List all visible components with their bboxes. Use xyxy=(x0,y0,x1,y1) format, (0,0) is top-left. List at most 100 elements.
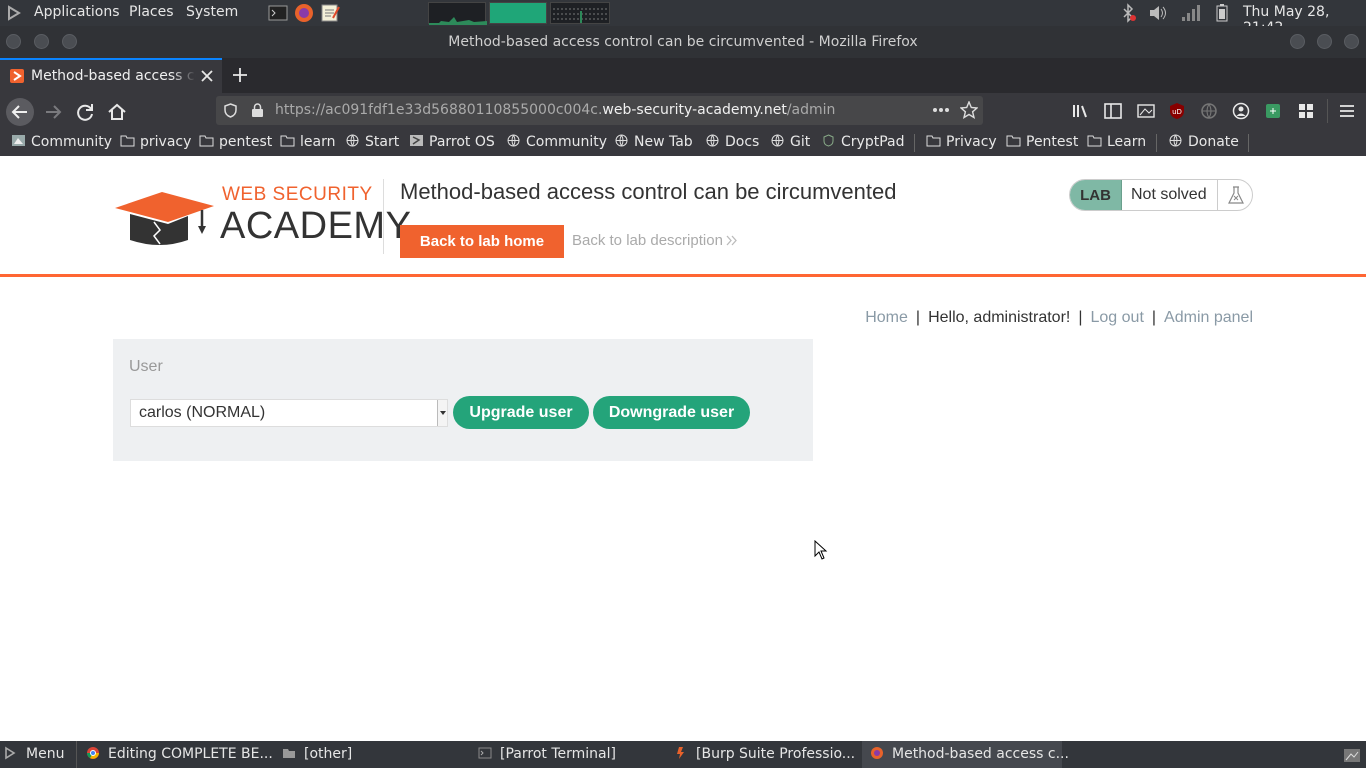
taskbar-menu-button[interactable]: Menu xyxy=(4,746,64,762)
bookmark-folder-learn-2[interactable]: Learn xyxy=(1087,134,1146,150)
folder-icon xyxy=(1087,135,1102,147)
volume-icon[interactable] xyxy=(1147,3,1169,23)
applications-menu[interactable]: Applications xyxy=(34,4,120,20)
window-titlebar: Method-based access control can be circu… xyxy=(0,26,1366,58)
upgrade-user-button[interactable]: Upgrade user xyxy=(453,396,589,429)
folder-icon xyxy=(926,135,941,147)
task-chrome[interactable]: Editing COMPLETE BE... xyxy=(86,746,273,762)
parrot-menu-icon xyxy=(5,746,16,760)
bookmark-new-tab[interactable]: New Tab xyxy=(614,134,693,150)
forward-icon[interactable] xyxy=(38,97,68,127)
system-taskbar: Menu Editing COMPLETE BE... [other] [Par… xyxy=(0,741,1366,768)
task-label: [other] xyxy=(304,746,353,762)
bookmark-star-icon[interactable] xyxy=(960,101,978,119)
bookmark-separator xyxy=(914,134,915,152)
bookmark-community[interactable]: Community xyxy=(11,134,112,150)
back-to-lab-home-button[interactable]: Back to lab home xyxy=(400,225,564,258)
bookmark-folder-privacy-2[interactable]: Privacy xyxy=(926,134,997,150)
nav-home-link[interactable]: Home xyxy=(865,309,908,326)
back-desc-label: Back to lab description xyxy=(572,232,723,249)
url-path: /admin xyxy=(786,102,836,118)
new-tab-icon[interactable] xyxy=(232,67,248,83)
library-icon[interactable] xyxy=(1072,103,1090,119)
tracking-shield-icon[interactable] xyxy=(223,103,238,118)
cookie-extension-icon[interactable] xyxy=(1264,102,1282,120)
chrome-icon xyxy=(87,747,99,759)
text-editor-launcher-icon[interactable] xyxy=(319,3,341,23)
folder-icon xyxy=(199,135,214,147)
url-host: web-security-academy.net xyxy=(602,102,787,118)
nav-greeting: Hello, administrator! xyxy=(928,309,1071,326)
task-firefox[interactable]: Method-based access c... xyxy=(870,746,1069,762)
bookmark-community-2[interactable]: Community xyxy=(506,134,607,150)
home-icon[interactable] xyxy=(102,97,132,127)
window-close-button[interactable] xyxy=(1344,34,1359,49)
lock-icon[interactable] xyxy=(251,103,264,118)
bookmark-cryptpad[interactable]: CryptPad xyxy=(821,134,904,150)
account-icon[interactable] xyxy=(1232,102,1250,120)
terminal-launcher-icon[interactable] xyxy=(267,3,289,23)
community-bookmark-icon xyxy=(12,135,25,146)
task-terminal[interactable]: [Parrot Terminal] xyxy=(478,746,616,762)
window-minimize-button[interactable] xyxy=(1290,34,1305,49)
bookmark-donate[interactable]: Donate xyxy=(1168,134,1239,150)
close-tab-icon[interactable] xyxy=(201,70,213,82)
bookmark-start[interactable]: Start xyxy=(345,134,399,150)
bookmark-label: Pentest xyxy=(1026,134,1079,150)
globe-icon xyxy=(706,134,719,147)
bookmark-folder-privacy[interactable]: privacy xyxy=(120,134,191,150)
mouse-cursor-icon xyxy=(814,540,828,560)
user-select[interactable]: carlos (NORMAL) xyxy=(130,399,448,427)
url-bar[interactable]: https://ac091fdf1e33d56880110855000c004c… xyxy=(216,96,983,125)
back-to-lab-description-link[interactable]: Back to lab description xyxy=(572,232,738,249)
hamburger-menu-icon[interactable] xyxy=(1339,104,1355,118)
tab-title: Method-based access control can be circu… xyxy=(31,68,196,84)
bookmark-label: learn xyxy=(300,134,336,150)
battery-icon[interactable] xyxy=(1211,3,1233,23)
site-navigation: Home | Hello, administrator! | Log out | Admin… xyxy=(865,309,1253,327)
bookmark-folder-pentest[interactable]: pentest xyxy=(199,134,272,150)
select-arrow[interactable] xyxy=(437,400,447,426)
nav-admin-panel-link[interactable]: Admin panel xyxy=(1164,309,1253,326)
cpu-graph xyxy=(428,2,487,25)
proxy-extension-icon[interactable] xyxy=(1200,102,1218,120)
bookmark-label: Git xyxy=(790,134,811,150)
page-actions-icon[interactable] xyxy=(932,104,950,116)
bookmark-docs[interactable]: Docs xyxy=(705,134,759,150)
sidebar-icon[interactable] xyxy=(1104,103,1122,119)
ublock-icon[interactable]: uD xyxy=(1168,102,1186,120)
screenshot-icon[interactable] xyxy=(1137,103,1155,119)
bookmark-label: Privacy xyxy=(946,134,997,150)
task-burp-suite[interactable]: [Burp Suite Professio... xyxy=(674,746,855,762)
bookmarks-toolbar: Community privacy pentest learn Start Pa… xyxy=(0,130,1366,156)
window-maximize-button[interactable] xyxy=(1317,34,1332,49)
system-menu[interactable]: System xyxy=(186,4,238,20)
network-signal-icon[interactable] xyxy=(1179,3,1201,23)
globe-icon xyxy=(615,134,628,147)
favicon-icon xyxy=(10,69,24,83)
extensions-grid-icon[interactable] xyxy=(1297,102,1315,120)
bookmark-parrot-os[interactable]: Parrot OS xyxy=(409,134,495,150)
bookmark-folder-pentest-2[interactable]: Pentest xyxy=(1006,134,1078,150)
bookmark-label: Learn xyxy=(1107,134,1147,150)
firefox-launcher-icon[interactable] xyxy=(293,3,315,23)
globe-icon xyxy=(1169,134,1182,147)
places-menu[interactable]: Places xyxy=(129,4,174,20)
web-page: WEB SECURITY ACADEMY Method-based access… xyxy=(0,156,1366,740)
folder-icon xyxy=(283,749,295,758)
parrot-menu-icon[interactable] xyxy=(6,3,24,23)
taskbar-divider xyxy=(76,741,77,768)
folder-icon xyxy=(280,135,295,147)
back-icon[interactable] xyxy=(5,97,35,127)
bookmark-folder-learn[interactable]: learn xyxy=(280,134,335,150)
task-file-manager[interactable]: [other] xyxy=(282,746,352,762)
downgrade-user-button[interactable]: Downgrade user xyxy=(593,396,750,429)
bookmark-git[interactable]: Git xyxy=(770,134,810,150)
reload-icon[interactable] xyxy=(70,97,100,127)
nav-logout-link[interactable]: Log out xyxy=(1091,309,1144,326)
lab-status-text: Not solved xyxy=(1131,186,1207,203)
browser-tab[interactable]: Method-based access control can be circu… xyxy=(0,58,222,93)
bluetooth-icon[interactable] xyxy=(1117,3,1139,23)
show-desktop-icon[interactable] xyxy=(1343,746,1361,763)
academy-logo[interactable]: WEB SECURITY ACADEMY xyxy=(114,180,411,250)
